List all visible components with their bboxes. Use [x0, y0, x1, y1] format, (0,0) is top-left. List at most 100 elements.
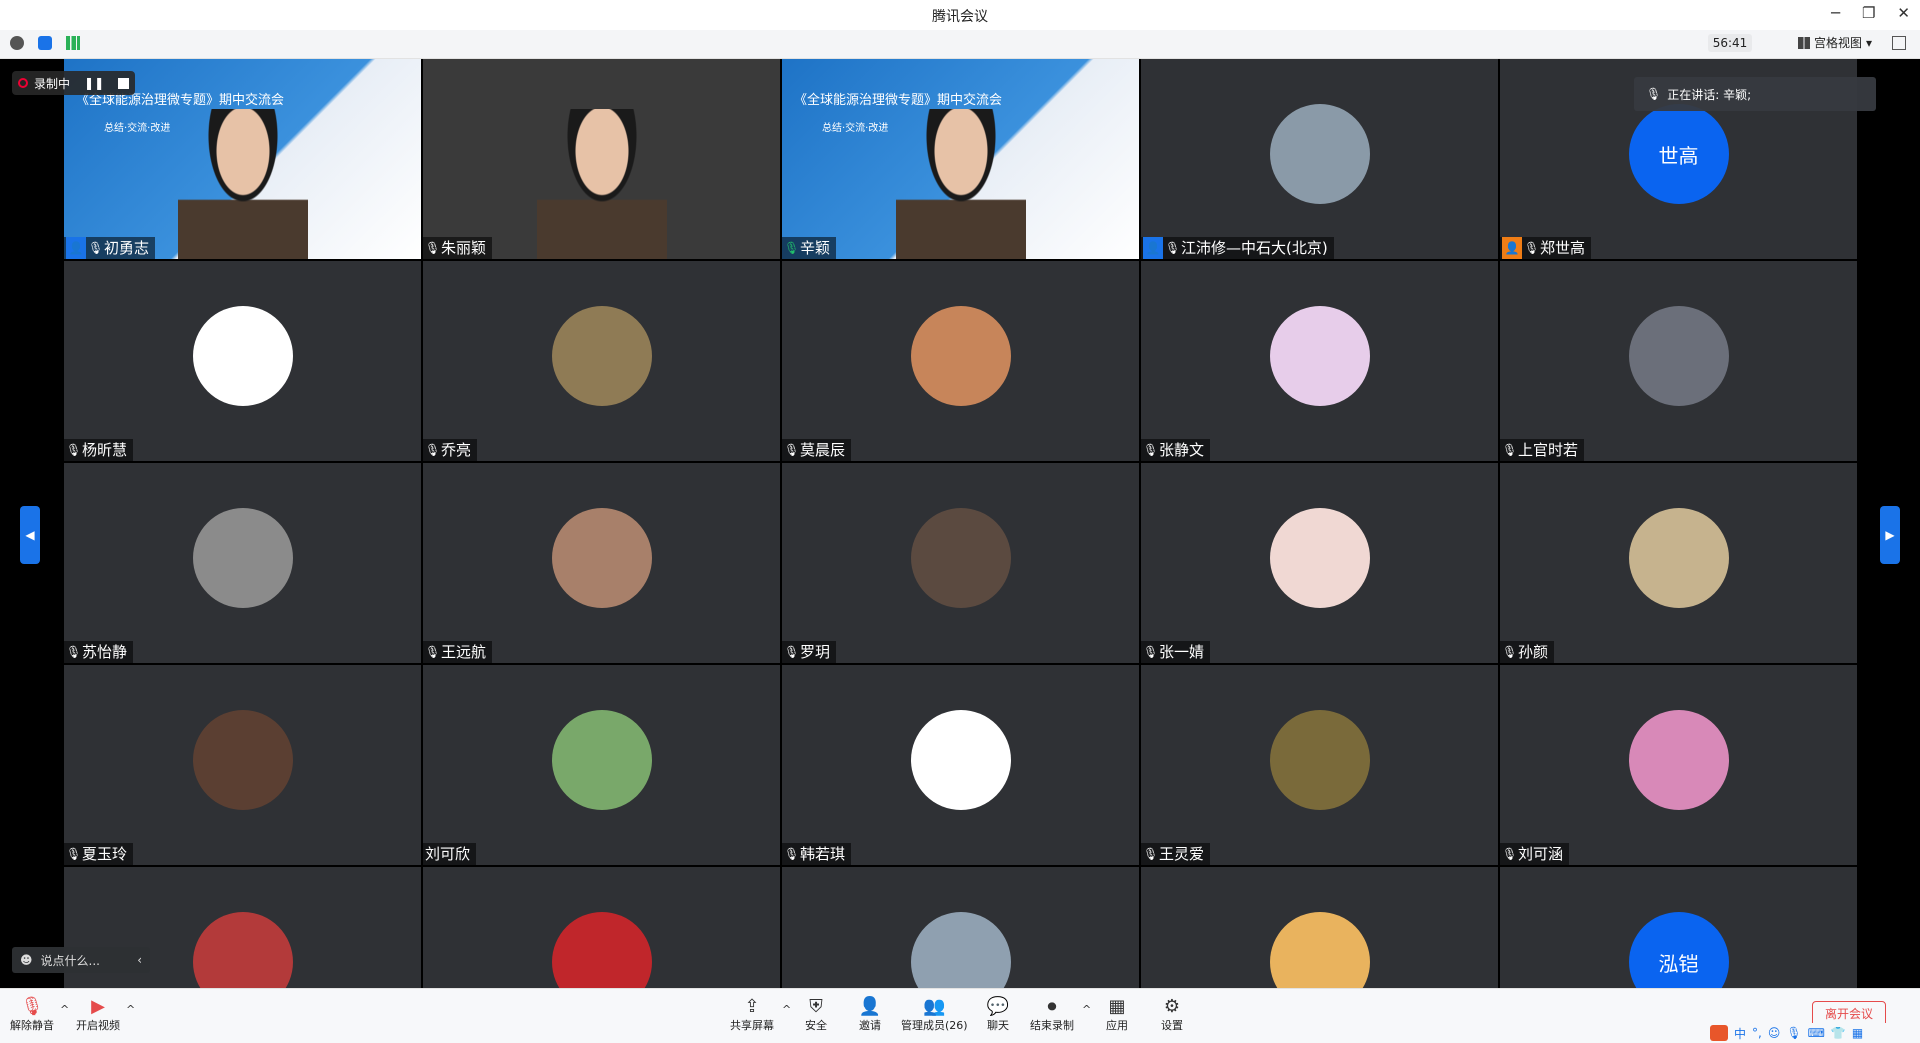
participant-tile[interactable]: 🎙 上官时若 [1500, 261, 1857, 461]
participant-tile[interactable]: 🎙 王灵爱 [1141, 665, 1498, 865]
nameplate: 🎙 韩若琪 [782, 843, 852, 865]
mic-muted-icon: 🎙 [1502, 443, 1518, 457]
participant-name: 韩若琪 [800, 845, 846, 863]
next-page-button[interactable]: ▶ [1880, 506, 1900, 564]
window-title: 腾讯会议 [932, 9, 988, 25]
minimize-button[interactable]: ─ [1831, 4, 1840, 22]
invite-icon: 👤 [858, 995, 882, 1017]
avatar [551, 306, 652, 406]
avatar [192, 306, 293, 406]
participant-tile[interactable]: 🎙 苏怡静 [64, 463, 421, 663]
participant-name: 朱丽颖 [441, 239, 487, 257]
participant-tile[interactable]: 🎙 乔亮 [423, 261, 780, 461]
participant-tile[interactable]: 刘可欣 [423, 665, 780, 865]
mic-on-icon: 🎙 [784, 241, 800, 255]
info-icon[interactable] [10, 36, 24, 50]
security-button[interactable]: ⛨ 安全 [804, 995, 828, 1033]
share-screen-button[interactable]: ⇪ 共享屏幕 [730, 995, 774, 1033]
video-feed [177, 109, 308, 259]
chat-button[interactable]: 💬 聊天 [986, 995, 1010, 1033]
view-switch-button[interactable]: 宫格视图 ▾ [1797, 34, 1872, 52]
mic-muted-icon: 🎙 [1143, 645, 1159, 659]
nameplate: 🎙 辛颖 [782, 237, 837, 259]
participant-grid: 《全球能源治理微专题》期中交流会 总结·交流·改进 👤 🎙 初勇志 🎙 朱丽颖 《全球能源治理… [64, 59, 1857, 988]
participant-name: 王远航 [441, 643, 487, 661]
ime-mode-label: 中 [1734, 1026, 1747, 1041]
participant-name: 王灵爱 [1159, 845, 1205, 863]
participant-tile[interactable]: 🎙 罗玥 [782, 463, 1139, 663]
emoji-icon: ☺ [1767, 1026, 1781, 1040]
participant-name: 张一婧 [1159, 643, 1205, 661]
ime-logo-icon [1710, 1025, 1728, 1041]
mic-muted-icon: 🎙 [1143, 443, 1159, 457]
participant-tile[interactable]: 🎙 夏玉玲 [64, 665, 421, 865]
signal-icon[interactable] [66, 36, 80, 50]
recording-indicator[interactable]: 录制中 ❚❚ [12, 71, 136, 95]
meeting-timer: 56:41 [1708, 34, 1752, 52]
start-video-button[interactable]: ▶ 开启视频 [76, 995, 120, 1033]
participant-name: 刘可欣 [425, 845, 471, 863]
restore-button[interactable]: ❐ [1862, 4, 1875, 22]
participant-tile[interactable]: 🎙 孙颜 [1500, 463, 1857, 663]
cohost-icon: 👤 [1502, 237, 1522, 259]
participant-tile[interactable]: 🎙 刘可涵 [1500, 665, 1857, 865]
video-stage: 《全球能源治理微专题》期中交流会 总结·交流·改进 👤 🎙 初勇志 🎙 朱丽颖 《全球能源治理… [0, 59, 1920, 988]
close-button[interactable]: ✕ [1897, 4, 1910, 22]
ime-toolbar[interactable]: 中 °, ☺ 🎙 ⌨ 👕 ▦ [1706, 1023, 1920, 1043]
participant-tile[interactable]: 👤 🎙 江沛修—中石大(北京) [1141, 59, 1498, 259]
security-label: 安全 [805, 1019, 827, 1032]
emoji-icon[interactable]: ☻ [20, 953, 33, 967]
chat-input[interactable]: ☻ 说点什么... ‹ [12, 947, 150, 973]
apps-button[interactable]: ▦ 应用 [1105, 995, 1129, 1033]
participant-tile[interactable]: 🎙 朱丽颖 [423, 59, 780, 259]
participant-tile[interactable]: 🎙 韩若琪 [782, 665, 1139, 865]
apps-label: 应用 [1106, 1019, 1128, 1032]
mic-muted-icon: 🎙 [66, 847, 82, 861]
end-recording-button[interactable]: ⏺ 结束录制 [1030, 995, 1074, 1033]
pause-recording-icon[interactable]: ❚❚ [84, 76, 104, 90]
participant-name: 辛颖 [800, 239, 831, 257]
fullscreen-icon[interactable] [1892, 36, 1906, 50]
participant-tile[interactable]: 🎙 张静文 [1141, 261, 1498, 461]
participant-tile[interactable]: 🎙 莫晨辰 [782, 261, 1139, 461]
participant-tile[interactable]: 《全球能源治理微专题》期中交流会 总结·交流·改进 🎙 辛颖 [782, 59, 1139, 259]
collapse-icon[interactable]: ‹ [137, 953, 142, 967]
chat-placeholder: 说点什么... [40, 953, 100, 968]
nameplate: 👤 🎙 初勇志 [64, 237, 156, 259]
stop-record-icon: ⏺ [1047, 995, 1057, 1017]
mic-muted-icon: 🎙 [1165, 241, 1181, 255]
nameplate: 🎙 朱丽颖 [423, 237, 493, 259]
end-recording-label: 结束录制 [1030, 1019, 1074, 1032]
avatar [1269, 710, 1370, 810]
participant-tile[interactable] [782, 867, 1139, 988]
host-icon: 👤 [1143, 237, 1163, 259]
participant-tile[interactable]: 泓铠 [1500, 867, 1857, 988]
invite-button[interactable]: 👤 邀请 [858, 995, 882, 1033]
participant-tile[interactable]: 🎙 王远航 [423, 463, 780, 663]
video-options-icon[interactable]: ^ [126, 1003, 135, 1016]
stop-recording-icon[interactable] [118, 77, 130, 89]
avatar [1628, 306, 1729, 406]
avatar [1269, 306, 1370, 406]
nameplate: 刘可欣 [423, 843, 477, 865]
settings-button[interactable]: ⚙ 设置 [1160, 995, 1184, 1033]
record-icon [18, 78, 28, 88]
participant-tile[interactable] [423, 867, 780, 988]
mic-muted-icon: 🎙 [425, 241, 441, 255]
share-options-icon[interactable]: ^ [782, 1003, 791, 1016]
avatar [1628, 508, 1729, 608]
manage-members-button[interactable]: 👥 管理成员(26) [901, 995, 968, 1033]
mic-muted-icon: 🎙 [1502, 847, 1518, 861]
participant-name: 张静文 [1159, 441, 1205, 459]
participant-tile[interactable]: 🎙 张一婧 [1141, 463, 1498, 663]
shield-icon[interactable] [38, 36, 52, 50]
prev-page-button[interactable]: ◀ [20, 506, 40, 564]
mic-muted-icon: 🎙 [66, 645, 82, 659]
unmute-button[interactable]: 🎙 解除静音 [10, 995, 54, 1033]
audio-options-icon[interactable]: ^ [60, 1003, 69, 1016]
participant-tile[interactable] [1141, 867, 1498, 988]
recording-options-icon[interactable]: ^ [1082, 1003, 1091, 1016]
invite-label: 邀请 [859, 1019, 881, 1032]
nameplate: 🎙 莫晨辰 [782, 439, 852, 461]
participant-tile[interactable]: 🎙 杨昕慧 [64, 261, 421, 461]
